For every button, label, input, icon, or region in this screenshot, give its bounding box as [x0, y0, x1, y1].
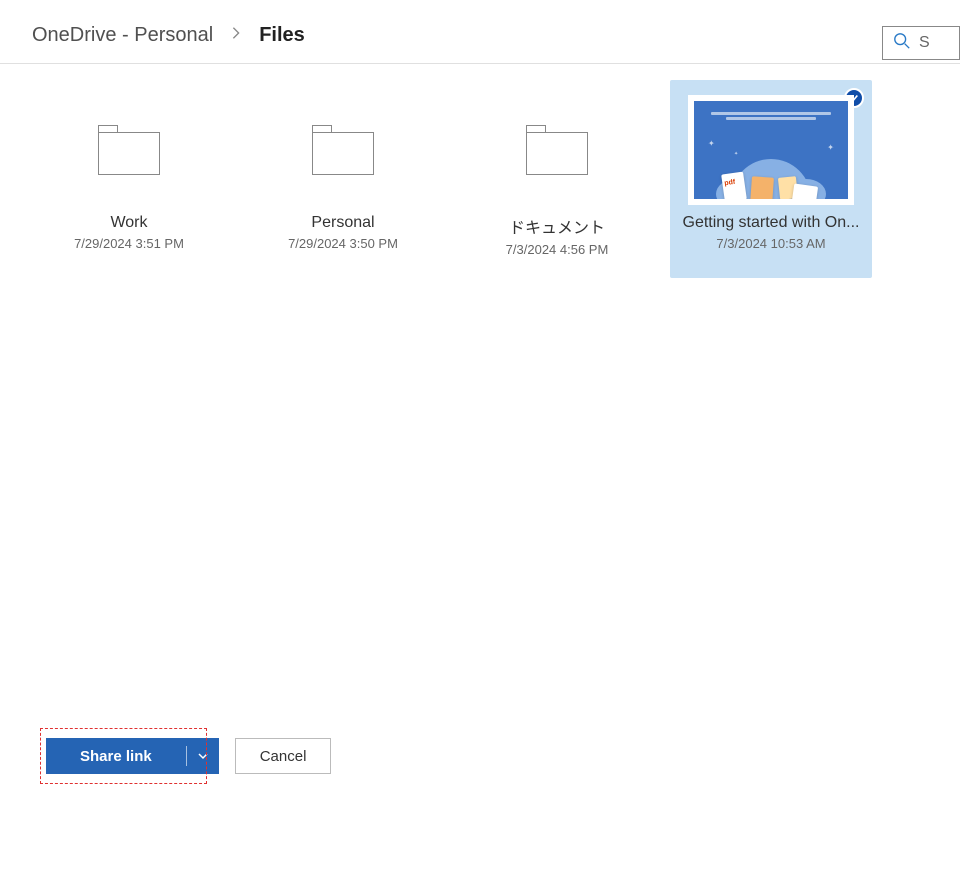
cancel-button[interactable]: Cancel [235, 738, 332, 774]
folder-tile[interactable]: Work 7/29/2024 3:51 PM [28, 80, 230, 278]
item-date: 7/3/2024 4:56 PM [506, 242, 609, 257]
item-name: ドキュメント [509, 214, 605, 238]
item-name: Work [110, 214, 147, 232]
file-thumbnail: ✦ ✦ ✦ [680, 94, 862, 206]
item-date: 7/29/2024 3:50 PM [288, 236, 398, 251]
folder-icon [466, 94, 648, 206]
share-link-button[interactable]: Share link [46, 738, 219, 774]
folder-tile[interactable]: ドキュメント 7/3/2024 4:56 PM [456, 80, 658, 278]
breadcrumb-current: Files [259, 24, 305, 47]
header: OneDrive - Personal Files S [0, 0, 960, 64]
search-icon [893, 32, 911, 55]
item-name: Personal [311, 214, 374, 232]
item-date: 7/3/2024 10:53 AM [716, 236, 825, 251]
item-date: 7/29/2024 3:51 PM [74, 236, 184, 251]
chevron-down-icon[interactable] [187, 750, 219, 762]
file-grid: Work 7/29/2024 3:51 PM Personal 7/29/202… [0, 64, 960, 294]
search-input[interactable]: S [882, 26, 960, 60]
folder-tile[interactable]: Personal 7/29/2024 3:50 PM [242, 80, 444, 278]
item-name: Getting started with On... [683, 214, 860, 232]
file-tile[interactable]: ✦ ✦ ✦ Getting started with On... 7/3/202… [670, 80, 872, 278]
share-link-label: Share link [46, 748, 186, 765]
breadcrumb-root[interactable]: OneDrive - Personal [32, 24, 213, 47]
chevron-right-icon [229, 26, 243, 45]
breadcrumb: OneDrive - Personal Files [32, 24, 305, 47]
footer-actions: Share link Cancel [44, 736, 331, 776]
folder-icon [38, 94, 220, 206]
search-placeholder: S [919, 34, 930, 52]
folder-icon [252, 94, 434, 206]
